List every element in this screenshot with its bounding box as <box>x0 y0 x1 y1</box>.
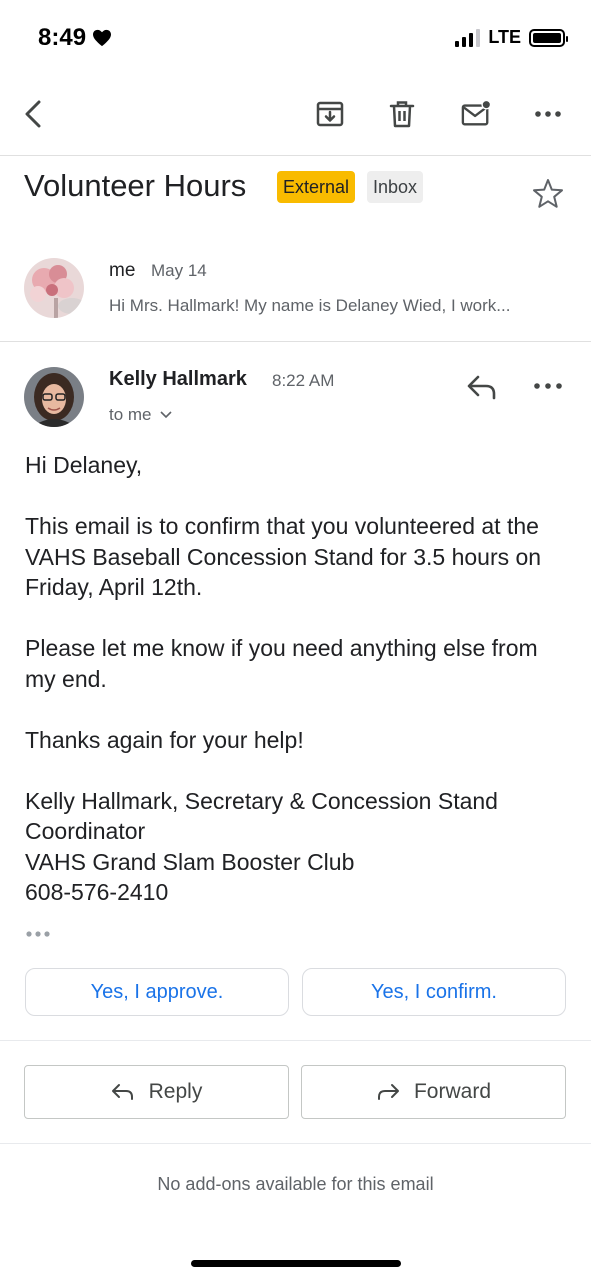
clock-time: 8:49 <box>38 24 87 51</box>
divider <box>0 1143 591 1144</box>
email-subject: Volunteer Hours <box>24 168 247 203</box>
status-bar: 8:49 LTE <box>0 0 591 76</box>
forward-arrow-icon <box>377 1084 399 1100</box>
signal-icon <box>455 28 481 47</box>
reply-icon[interactable] <box>464 369 500 405</box>
divider <box>0 1040 591 1041</box>
body-paragraph: This email is to confirm that you volunt… <box>25 513 542 600</box>
recipient-details[interactable]: to me <box>109 405 172 425</box>
addons-notice: No add-ons available for this email <box>157 1174 434 1194</box>
signature: Kelly Hallmark, Secretary & Concession S… <box>25 786 570 908</box>
body-paragraph: Please let me know if you need anything … <box>25 635 538 692</box>
message-time: 8:22 AM <box>272 371 335 390</box>
battery-icon <box>529 28 568 47</box>
star-outline-icon[interactable] <box>531 177 565 211</box>
body-paragraph: Thanks again for your help! <box>25 726 304 753</box>
greeting: Hi Delaney, <box>25 452 143 478</box>
subject-row: Volunteer Hours External Inbox <box>24 166 569 216</box>
label-external[interactable]: External <box>277 171 356 203</box>
message-snippet: Hi Mrs. Hallmark! My name is Delaney Wie… <box>109 296 511 315</box>
message-more-icon[interactable] <box>530 373 566 399</box>
avatar-kelly[interactable] <box>24 367 84 427</box>
forward-button[interactable]: Forward <box>301 1065 566 1119</box>
more-icon[interactable] <box>528 94 568 134</box>
reply-button[interactable]: Reply <box>24 1065 289 1119</box>
signature-line: Kelly Hallmark, Secretary & Concession S… <box>25 787 498 845</box>
archive-icon[interactable] <box>310 94 350 134</box>
smart-reply-approve-button[interactable]: Yes, I approve. <box>25 968 289 1016</box>
reply-label: Reply <box>148 1080 203 1103</box>
home-indicator[interactable] <box>191 1260 401 1267</box>
forward-label: Forward <box>413 1080 492 1103</box>
mark-unread-icon[interactable] <box>456 94 496 134</box>
show-trimmed-content-icon[interactable] <box>25 924 53 944</box>
chevron-down-icon <box>159 411 172 419</box>
sender-name: Kelly Hallmark <box>109 368 247 390</box>
signature-phone: 608-576-2410 <box>25 879 169 905</box>
message-date: May 14 <box>151 261 207 280</box>
signature-line: VAHS Grand Slam Booster Club <box>25 848 355 875</box>
trash-icon[interactable] <box>382 94 422 134</box>
heart-icon <box>93 29 112 47</box>
sender-name: me <box>109 260 136 281</box>
network-type: LTE <box>488 27 521 47</box>
avatar-me <box>24 258 84 318</box>
top-toolbar <box>0 76 591 156</box>
label-inbox[interactable]: Inbox <box>367 171 424 203</box>
smart-reply-confirm-button[interactable]: Yes, I confirm. <box>302 968 566 1016</box>
collapsed-message[interactable]: me May 14 Hi Mrs. Hallmark! My name is D… <box>0 240 591 342</box>
reply-arrow-icon <box>111 1084 133 1100</box>
status-time: 8:49 <box>38 24 112 52</box>
status-indicators: LTE <box>455 27 568 48</box>
back-icon[interactable] <box>14 94 54 134</box>
message-body: Hi Delaney, This email is to confirm tha… <box>25 450 570 908</box>
recipient-label: to me <box>109 405 152 424</box>
